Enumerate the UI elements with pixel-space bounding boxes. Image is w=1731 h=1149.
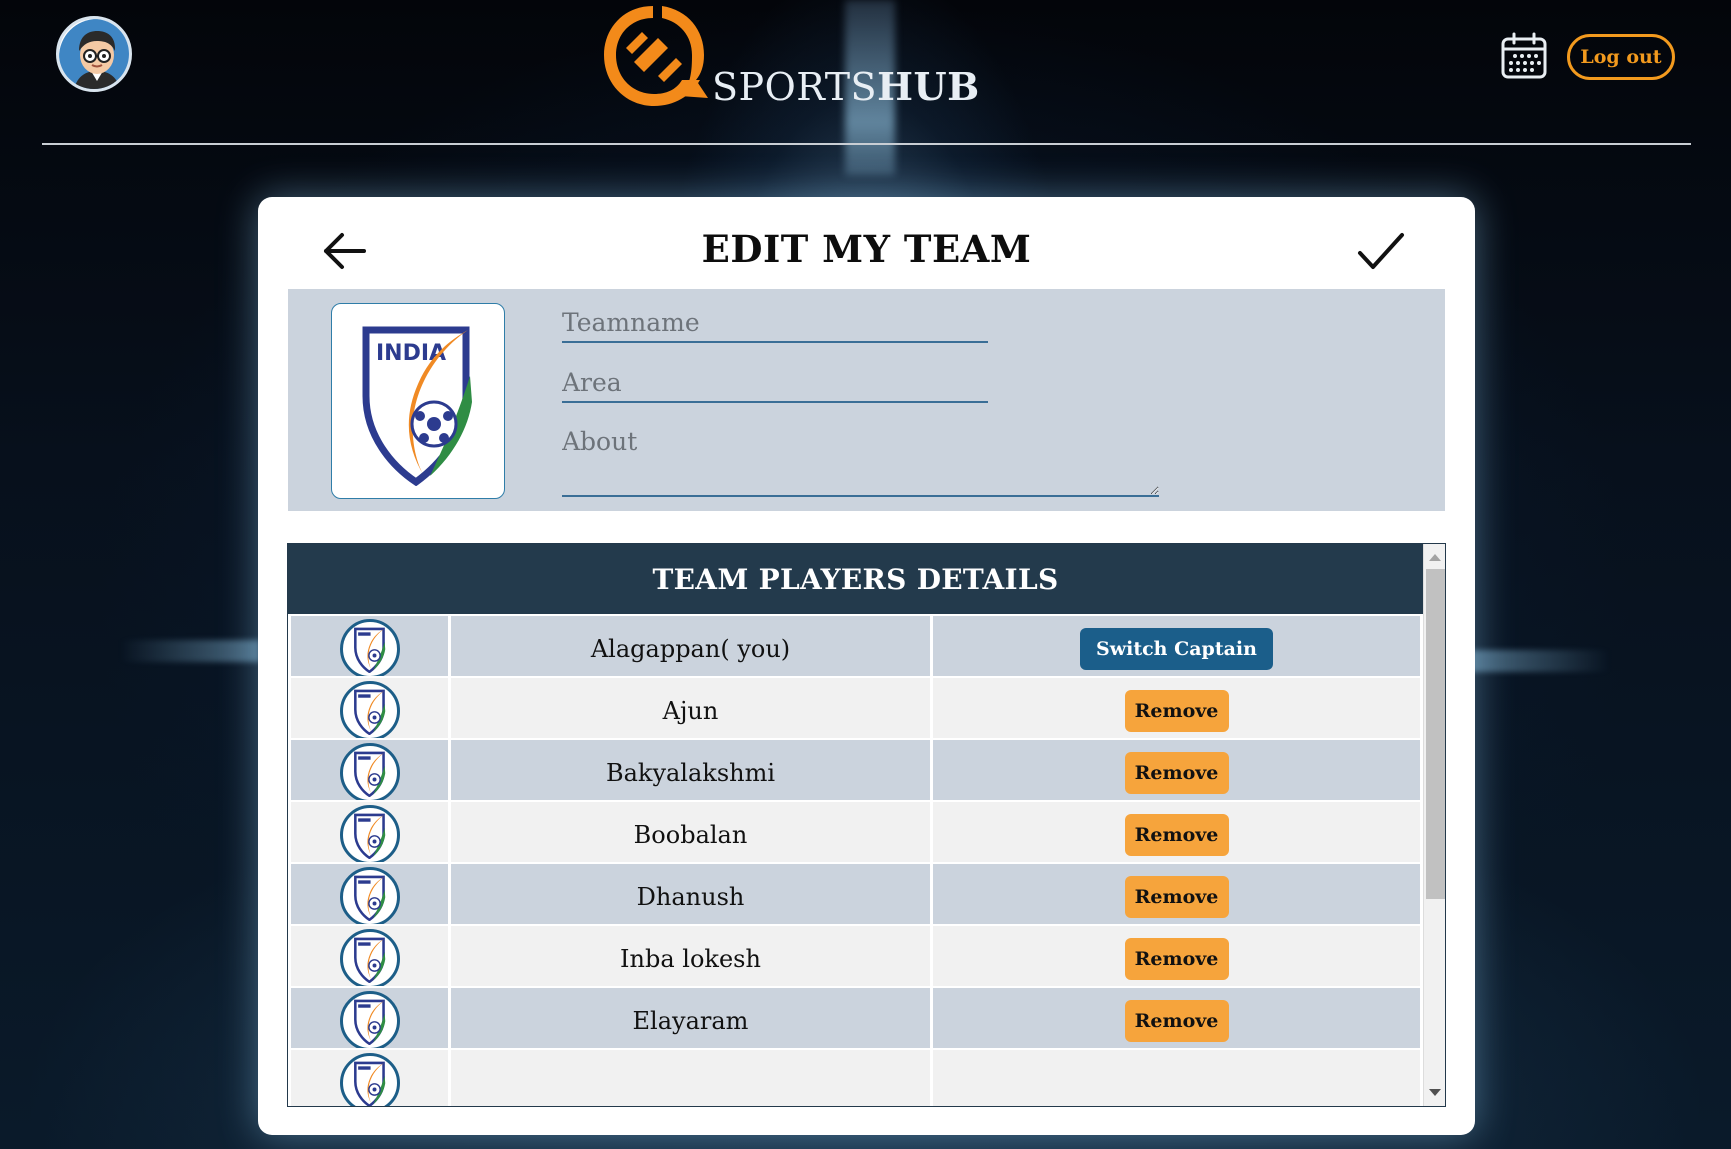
- player-avatar: [339, 1053, 400, 1106]
- teamname-input[interactable]: [562, 303, 988, 343]
- team-info-panel: INDIA: [288, 289, 1445, 511]
- india-badge-icon: [353, 999, 385, 1045]
- player-avatar: [339, 743, 400, 803]
- player-action-cell: Remove: [933, 678, 1423, 744]
- edit-team-card: EDIT MY TEAM INDIA TEAM PLAYERS DE: [258, 197, 1475, 1135]
- players-table-heading: TEAM PLAYERS DETAILS: [288, 544, 1423, 614]
- player-action-cell: [933, 1050, 1423, 1106]
- scroll-up-arrow-icon[interactable]: [1429, 554, 1441, 561]
- sportshub-logo[interactable]: SPORTSHUB: [596, 0, 979, 115]
- player-avatar-cell: [288, 678, 451, 744]
- india-badge-icon: [353, 875, 385, 921]
- player-avatar-cell: [288, 740, 451, 806]
- india-badge-icon: [353, 1061, 385, 1106]
- remove-player-button[interactable]: Remove: [1124, 814, 1229, 856]
- player-action-cell: Remove: [933, 802, 1423, 868]
- india-badge-icon: [353, 689, 385, 735]
- player-name: Ajun: [451, 678, 933, 744]
- player-avatar-cell: [288, 616, 451, 682]
- remove-player-button[interactable]: Remove: [1124, 1000, 1229, 1042]
- save-button[interactable]: [1356, 227, 1406, 275]
- logout-button[interactable]: Log out: [1567, 34, 1675, 80]
- table-scrollbar[interactable]: [1423, 544, 1445, 1106]
- light-streak-left: [120, 640, 260, 662]
- scroll-thumb[interactable]: [1426, 569, 1445, 899]
- remove-player-button[interactable]: Remove: [1124, 690, 1229, 732]
- calendar-button[interactable]: [1500, 32, 1548, 80]
- player-avatar: [339, 867, 400, 927]
- player-avatar-cell: [288, 926, 451, 992]
- checkmark-icon: [1358, 233, 1404, 269]
- india-badge-icon: [353, 813, 385, 859]
- logo-text: INDIA: [376, 341, 446, 366]
- player-action-cell: Remove: [933, 926, 1423, 992]
- player-action-cell: Remove: [933, 740, 1423, 806]
- scroll-down-arrow-icon[interactable]: [1429, 1089, 1441, 1096]
- player-avatar: [339, 619, 400, 679]
- table-row: Alagappan( you) Switch Captain: [288, 614, 1423, 682]
- calendar-icon: [1501, 32, 1547, 79]
- player-avatar-cell: [288, 864, 451, 930]
- player-avatar-cell: [288, 802, 451, 868]
- team-logo-upload[interactable]: INDIA: [331, 303, 505, 499]
- player-avatar: [339, 805, 400, 865]
- player-action-cell: Remove: [933, 864, 1423, 930]
- player-avatar: [339, 991, 400, 1051]
- india-badge-icon: [353, 751, 385, 797]
- india-badge-icon: [353, 627, 385, 673]
- remove-player-button[interactable]: Remove: [1124, 876, 1229, 918]
- player-name: Bakyalakshmi: [451, 740, 933, 806]
- header-divider: [42, 143, 1691, 145]
- brand-name: SPORTSHUB: [712, 64, 980, 109]
- player-name: Dhanush: [451, 864, 933, 930]
- table-row: Dhanush Remove: [288, 862, 1423, 930]
- team-players-table[interactable]: TEAM PLAYERS DETAILS Alagappan( you) Swit…: [287, 543, 1446, 1107]
- player-avatar: [339, 681, 400, 741]
- player-name: Elayaram: [451, 988, 933, 1054]
- user-avatar[interactable]: [56, 16, 132, 92]
- table-row: Elayaram Remove: [288, 986, 1423, 1054]
- player-action-cell: Remove: [933, 988, 1423, 1054]
- table-row: Bakyalakshmi Remove: [288, 738, 1423, 806]
- player-avatar: [339, 929, 400, 989]
- remove-player-button[interactable]: Remove: [1124, 938, 1229, 980]
- india-badge-icon: [353, 937, 385, 983]
- player-avatar-cell: [288, 988, 451, 1054]
- player-avatar-cell: [288, 1050, 451, 1106]
- player-name: Inba lokesh: [451, 926, 933, 992]
- table-row: Inba lokesh Remove: [288, 924, 1423, 992]
- remove-player-button[interactable]: Remove: [1124, 752, 1229, 794]
- player-action-cell: Switch Captain: [933, 616, 1423, 682]
- table-row: [288, 1048, 1423, 1106]
- table-row: Boobalan Remove: [288, 800, 1423, 868]
- light-streak-right: [1470, 650, 1610, 672]
- page-title: EDIT MY TEAM: [701, 227, 1032, 271]
- area-input[interactable]: [562, 363, 988, 403]
- india-team-logo-icon: INDIA: [362, 326, 472, 486]
- player-name: [451, 1050, 933, 1106]
- table-row: Ajun Remove: [288, 676, 1423, 744]
- player-name: Boobalan: [451, 802, 933, 868]
- sportshub-logo-icon: [604, 6, 708, 106]
- about-textarea[interactable]: [562, 427, 1159, 497]
- player-name: Alagappan( you): [451, 616, 933, 682]
- switch-captain-button[interactable]: Switch Captain: [1080, 628, 1273, 670]
